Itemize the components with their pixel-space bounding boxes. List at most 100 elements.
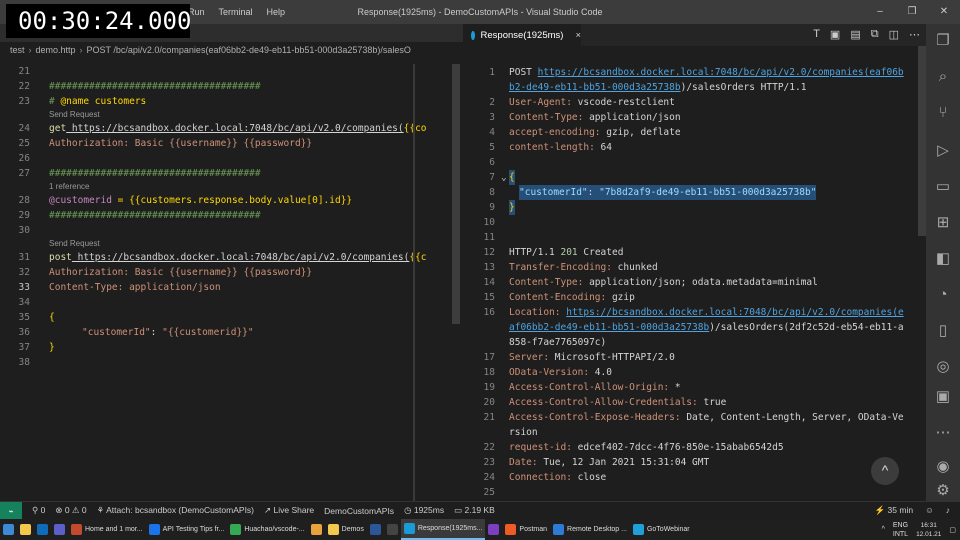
line-number: 24 — [483, 472, 495, 483]
taskbar-item[interactable]: Demos — [325, 519, 367, 540]
code-line: 38 — [0, 355, 415, 370]
taskbar-item[interactable] — [485, 519, 502, 540]
code-text: Transfer-Encoding: chunked — [509, 262, 658, 273]
left-scrollbar[interactable] — [452, 64, 460, 324]
code-line: 28 @customerid = {{customers.response.bod… — [0, 193, 415, 208]
run-debug-icon[interactable]: ▷ — [932, 140, 954, 162]
scroll-to-top-button[interactable]: ^ — [871, 457, 899, 485]
taskbar-pinned-explorer[interactable] — [17, 519, 34, 540]
close-icon[interactable]: ✕ — [928, 0, 960, 24]
app-icon — [488, 524, 500, 535]
restore-icon[interactable]: ❐ — [896, 0, 928, 24]
taskbar-item[interactable]: Postman — [502, 519, 550, 540]
taskbar-item[interactable]: API Testing Tips fr... — [146, 519, 228, 540]
bell-icon[interactable]: ♪ — [946, 505, 950, 516]
extensions-icon[interactable]: ⊞ — [932, 212, 954, 234]
taskbar-item[interactable] — [367, 519, 384, 540]
line-number: 35 — [18, 312, 30, 323]
codelens-reference[interactable]: 1 reference — [0, 181, 415, 193]
taskbar-item-label: Response(1925ms... — [417, 525, 483, 532]
response-time-status[interactable]: ◷ 1925ms — [404, 505, 444, 516]
line-number: 19 — [483, 382, 495, 393]
code-text: ##################################### — [49, 210, 261, 221]
code-line: 30 — [0, 223, 415, 238]
keyboard-lang[interactable]: ENG INTL — [893, 521, 908, 539]
taskbar-item[interactable]: Huachao/vscode-... — [227, 519, 307, 540]
line-number: 23 — [483, 457, 495, 468]
taskbar-item[interactable]: Remote Desktop ... — [550, 519, 630, 540]
response-scrollbar[interactable] — [918, 46, 926, 236]
code-text: accept-encoding: gzip, deflate — [509, 127, 681, 138]
taskbar-item[interactable] — [308, 519, 325, 540]
remote-explorer-icon[interactable]: ▭ — [932, 176, 954, 198]
windows-taskbar: Home and 1 mor... API Testing Tips fr... H… — [0, 519, 960, 540]
tab-response[interactable]: Response(1925ms) × — [463, 24, 581, 46]
git-graph-icon[interactable]: ◔ — [932, 284, 954, 306]
explorer-icon[interactable]: ❐ — [932, 30, 954, 52]
more-actions-icon[interactable]: ⋯ — [909, 28, 920, 41]
notebook-icon[interactable]: ▯ — [932, 320, 954, 342]
taskbar-item[interactable]: Response(1925ms... — [400, 519, 486, 540]
docker-icon[interactable]: ◧ — [932, 248, 954, 270]
recording-timer: 00:30:24.000 — [6, 4, 191, 38]
clock[interactable]: 16:31 12.01.21 — [916, 521, 941, 539]
menu-bar: Run Terminal Help — [188, 7, 285, 17]
taskbar-item[interactable]: Home and 1 mor... — [68, 519, 146, 540]
line-number: 25 — [18, 138, 30, 149]
taskbar-pinned-outlook[interactable] — [34, 519, 51, 540]
minimize-icon[interactable]: – — [864, 0, 896, 24]
codelens-send-request[interactable]: Send Request — [0, 109, 415, 121]
taskbar-item[interactable] — [384, 519, 401, 540]
breadcrumb-symbol[interactable]: POST /bc/api/v2.0/companies(eaf06bb2-de4… — [87, 45, 411, 55]
code-text: Access-Control-Allow-Origin: * — [509, 382, 681, 393]
request-code[interactable]: 21 22 ###################################… — [0, 64, 427, 370]
code-line: 31 post https://bcsandbox.docker.local:70… — [0, 250, 427, 265]
tray-chevron-icon[interactable]: ^ — [882, 526, 885, 533]
code-text: Server: Microsoft-HTTPAPI/2.0 — [509, 352, 675, 363]
code-text: } — [49, 342, 55, 353]
taskbar-item[interactable]: GoToWebinar — [630, 519, 693, 540]
sync-status[interactable]: ⚲ 0 — [32, 505, 45, 516]
tab-close-icon[interactable]: × — [575, 30, 581, 41]
code-line: 34 — [0, 295, 415, 310]
duration-status[interactable]: ⚡ 35 min — [875, 505, 913, 516]
fold-chevron-icon[interactable]: ⌄ — [501, 170, 507, 185]
source-control-icon[interactable]: ⑂ — [932, 102, 954, 124]
save-body-icon[interactable]: ▤ — [850, 28, 860, 41]
gear-icon[interactable]: ⚙ — [932, 480, 954, 502]
line-number: 32 — [18, 267, 30, 278]
copy-icon[interactable]: ⧉ — [871, 28, 879, 41]
menu-help[interactable]: Help — [267, 7, 286, 17]
line-number: 14 — [483, 277, 495, 288]
search-icon[interactable]: ⌕ — [932, 66, 954, 88]
save-icon[interactable]: ▣ — [830, 28, 840, 41]
app-icon — [230, 524, 242, 535]
app-icon — [553, 524, 565, 535]
live-share-icon[interactable]: ◎ — [932, 356, 954, 378]
menu-terminal[interactable]: Terminal — [219, 7, 253, 17]
live-share-status[interactable]: ↗ Live Share — [264, 505, 314, 516]
breadcrumb-folder[interactable]: test — [10, 45, 25, 55]
code-text: Authorization: Basic {{username}} {{pass… — [49, 138, 313, 149]
code-text: @customerid = {{customers.response.body.… — [49, 195, 353, 206]
response-size-status[interactable]: ▭ 2.19 KB — [454, 505, 495, 516]
start-button[interactable] — [0, 519, 17, 540]
codelens-send-request[interactable]: Send Request — [0, 238, 415, 250]
breadcrumb-file[interactable]: demo.http — [36, 45, 76, 55]
feedback-icon[interactable]: ☺ — [925, 505, 934, 516]
remote-indicator-icon[interactable]: ⌁ — [0, 501, 22, 520]
terminal-icon[interactable]: ▣ — [932, 386, 954, 408]
account-icon[interactable]: ◉ — [932, 456, 954, 478]
taskbar-pinned-teams[interactable] — [51, 519, 68, 540]
problems-status[interactable]: ⊗ 0 ⚠ 0 — [55, 505, 86, 516]
app-icon — [310, 524, 322, 535]
workspace-status[interactable]: DemoCustomAPIs — [324, 506, 394, 516]
text-format-icon[interactable]: T — [813, 28, 820, 41]
attach-status[interactable]: ⚘ Attach: bcsandbox (DemoCustomAPIs) — [97, 505, 254, 516]
more-icon[interactable]: ⋯ — [932, 422, 954, 444]
line-number: 25 — [483, 487, 495, 498]
notification-icon[interactable]: ▢ — [949, 526, 956, 534]
code-text: Access-Control-Expose-Headers: Date, Con… — [509, 412, 904, 423]
response-editor: Response(1925ms) × T ▣ ▤ ⧉ ◫ ⋯ 1 POST htt… — [463, 24, 926, 501]
split-editor-icon[interactable]: ◫ — [889, 28, 899, 41]
